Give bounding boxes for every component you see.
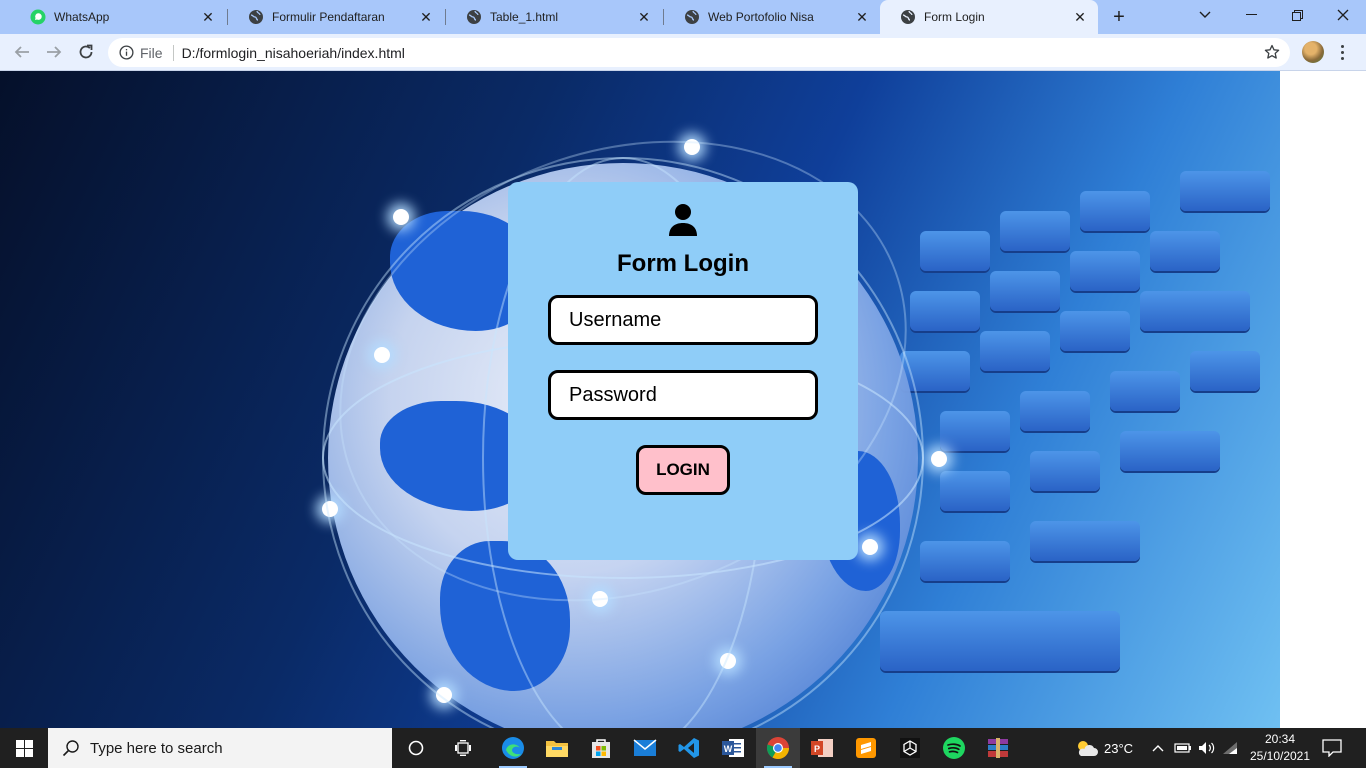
login-button[interactable]: LOGIN bbox=[636, 445, 730, 495]
profile-avatar[interactable] bbox=[1302, 41, 1324, 63]
winrar-icon[interactable] bbox=[976, 728, 1020, 768]
weather-widget[interactable]: 23°C bbox=[1074, 728, 1133, 768]
reload-icon[interactable] bbox=[74, 40, 98, 64]
close-tab-icon[interactable]: ✕ bbox=[1072, 9, 1088, 25]
address-divider bbox=[172, 44, 174, 61]
tab-form-login[interactable]: Form Login ✕ bbox=[880, 0, 1098, 34]
close-tab-icon[interactable]: ✕ bbox=[636, 9, 652, 25]
restore-icon[interactable] bbox=[1274, 0, 1320, 30]
tab-label: Formulir Pendaftaran bbox=[272, 10, 385, 24]
back-arrow-icon[interactable] bbox=[10, 40, 34, 64]
globe-icon bbox=[900, 9, 916, 25]
svg-text:P: P bbox=[814, 744, 820, 754]
close-tab-icon[interactable]: ✕ bbox=[854, 9, 870, 25]
username-input[interactable] bbox=[548, 295, 818, 345]
tab-label: WhatsApp bbox=[54, 10, 110, 24]
weather-cloud-icon bbox=[1074, 739, 1098, 757]
screen: WhatsApp ✕ Formulir Pendaftaran ✕ Table_… bbox=[0, 0, 1366, 768]
close-tab-icon[interactable]: ✕ bbox=[418, 9, 434, 25]
password-input[interactable] bbox=[548, 370, 818, 420]
store-icon[interactable] bbox=[579, 728, 623, 768]
tab-table-1[interactable]: Table_1.html ✕ bbox=[446, 0, 662, 34]
word-icon[interactable]: W bbox=[711, 728, 755, 768]
login-card: Form Login LOGIN bbox=[508, 182, 858, 560]
more-menu-icon[interactable] bbox=[1336, 41, 1348, 63]
user-icon bbox=[669, 204, 697, 236]
info-icon[interactable] bbox=[118, 45, 134, 61]
weather-temp: 23°C bbox=[1104, 740, 1134, 756]
search-icon bbox=[62, 739, 80, 757]
globe-icon bbox=[466, 9, 482, 25]
tab-web-portofolio[interactable]: Web Portofolio Nisa ✕ bbox=[664, 0, 880, 34]
form-title: Form Login bbox=[617, 250, 749, 277]
bookmark-star-icon[interactable] bbox=[1264, 44, 1280, 63]
new-tab-icon[interactable]: + bbox=[1108, 6, 1130, 28]
wifi-icon[interactable] bbox=[1222, 728, 1238, 768]
mail-icon[interactable] bbox=[623, 728, 667, 768]
url-text[interactable]: D:/formlogin_nisahoeriah/index.html bbox=[182, 45, 405, 61]
taskbar-search-box[interactable]: Type here to search bbox=[48, 728, 392, 768]
scheme-label: File bbox=[140, 44, 163, 61]
spotify-icon[interactable] bbox=[932, 728, 976, 768]
browser-toolbar: File D:/formlogin_nisahoeriah/index.html bbox=[0, 34, 1366, 71]
volume-icon[interactable] bbox=[1198, 728, 1216, 768]
vscode-icon[interactable] bbox=[667, 728, 711, 768]
close-window-icon[interactable] bbox=[1320, 0, 1366, 30]
svg-text:W: W bbox=[724, 744, 733, 754]
search-placeholder: Type here to search bbox=[90, 739, 223, 757]
clock-time: 20:34 bbox=[1264, 732, 1296, 746]
forward-arrow-icon[interactable] bbox=[42, 40, 66, 64]
tab-label: Table_1.html bbox=[490, 10, 559, 24]
cortana-icon[interactable] bbox=[394, 728, 438, 768]
show-hidden-icons-icon[interactable] bbox=[1152, 728, 1164, 768]
whatsapp-icon bbox=[30, 9, 46, 25]
tab-search-chevron-icon[interactable] bbox=[1182, 0, 1228, 30]
page-viewport: Form Login LOGIN bbox=[0, 71, 1366, 728]
address-bar[interactable]: File D:/formlogin_nisahoeriah/index.html bbox=[108, 38, 1290, 67]
windows-taskbar: Type here to search W P 23°C 20:34 25/10… bbox=[0, 728, 1366, 768]
globe-icon bbox=[248, 9, 264, 25]
edge-icon[interactable] bbox=[491, 728, 535, 768]
task-view-icon[interactable] bbox=[441, 728, 485, 768]
globe-icon bbox=[684, 9, 700, 25]
minimize-icon[interactable] bbox=[1228, 0, 1274, 30]
chrome-icon[interactable] bbox=[756, 728, 800, 768]
tab-label: Form Login bbox=[924, 10, 985, 24]
taskbar-clock[interactable]: 20:34 25/10/2021 bbox=[1240, 731, 1320, 765]
notifications-icon[interactable] bbox=[1322, 728, 1342, 768]
tab-whatsapp[interactable]: WhatsApp ✕ bbox=[10, 0, 226, 34]
file-explorer-icon[interactable] bbox=[535, 728, 579, 768]
battery-icon[interactable] bbox=[1174, 728, 1192, 768]
unity-icon[interactable] bbox=[888, 728, 932, 768]
windows-start-icon[interactable] bbox=[0, 728, 48, 768]
close-tab-icon[interactable]: ✕ bbox=[200, 9, 216, 25]
sublime-icon[interactable] bbox=[844, 728, 888, 768]
clock-date: 25/10/2021 bbox=[1249, 749, 1311, 763]
tab-formulir-pendaftaran[interactable]: Formulir Pendaftaran ✕ bbox=[228, 0, 444, 34]
powerpoint-icon[interactable]: P bbox=[800, 728, 844, 768]
tab-label: Web Portofolio Nisa bbox=[708, 10, 814, 24]
tab-strip: WhatsApp ✕ Formulir Pendaftaran ✕ Table_… bbox=[0, 0, 1366, 34]
